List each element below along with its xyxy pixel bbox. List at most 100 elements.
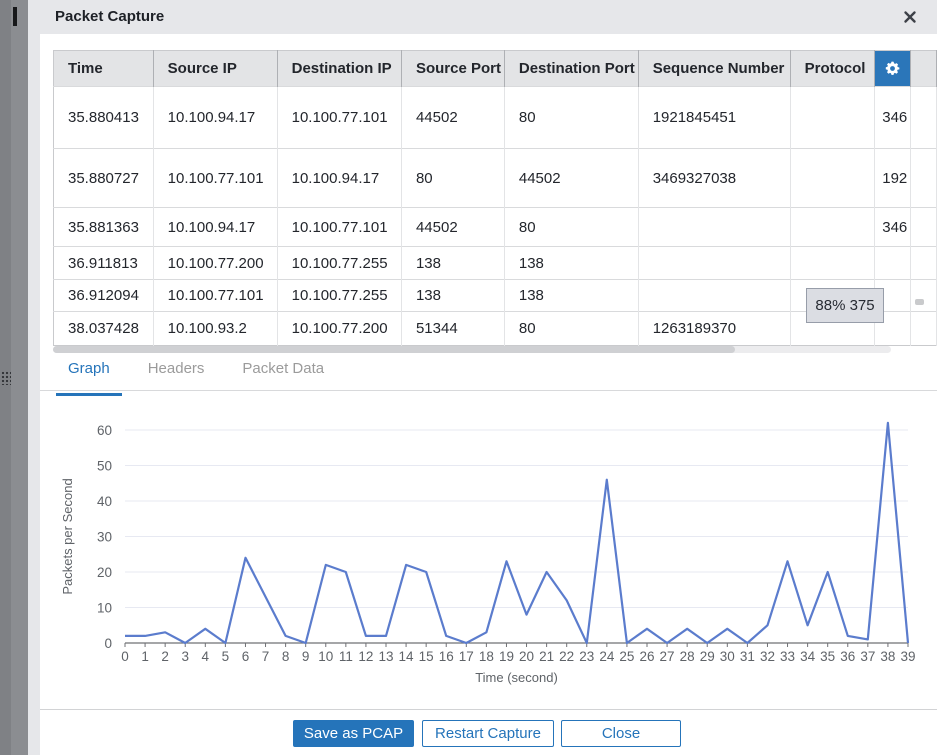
close-icon[interactable] bbox=[903, 10, 917, 24]
table-cell bbox=[875, 247, 911, 280]
table-cell: 10.100.94.17 bbox=[153, 208, 277, 247]
x-tick-label: 34 bbox=[800, 649, 816, 664]
table-cell: 35.880727 bbox=[54, 149, 154, 208]
table-cell: 138 bbox=[401, 247, 504, 280]
column-header-destination-ip[interactable]: Destination IP bbox=[277, 51, 401, 87]
table-horizontal-scrollbar[interactable] bbox=[53, 346, 891, 353]
table-cell bbox=[638, 280, 790, 312]
table-cell bbox=[911, 280, 937, 312]
table-cell: 36.911813 bbox=[54, 247, 154, 280]
table-cell: 10.100.77.255 bbox=[277, 280, 401, 312]
x-tick-label: 4 bbox=[202, 649, 210, 664]
table-cell bbox=[790, 149, 875, 208]
table-cell: 80 bbox=[504, 208, 638, 247]
table-row[interactable]: 36.91209410.100.77.10110.100.77.25513813… bbox=[54, 280, 937, 312]
table-row[interactable]: 35.88041310.100.94.1710.100.77.101445028… bbox=[54, 87, 937, 149]
table-cell: 10.100.77.200 bbox=[153, 247, 277, 280]
x-tick-label: 21 bbox=[539, 649, 554, 664]
gear-icon[interactable] bbox=[875, 51, 911, 87]
dialog-content: TimeSource IPDestination IPSource PortDe… bbox=[40, 34, 937, 755]
x-tick-label: 37 bbox=[860, 649, 875, 664]
tooltip-text: 88% 375 bbox=[815, 297, 874, 314]
table-cell bbox=[638, 247, 790, 280]
tabs-divider bbox=[40, 390, 937, 391]
y-tick-label: 30 bbox=[97, 530, 112, 545]
tab-headers[interactable]: Headers bbox=[136, 356, 217, 390]
column-header-source-ip[interactable]: Source IP bbox=[153, 51, 277, 87]
scrollbar-thumb[interactable] bbox=[53, 346, 735, 353]
y-tick-label: 50 bbox=[97, 459, 112, 474]
dialog-titlebar: Packet Capture bbox=[28, 0, 937, 34]
capture-progress-tooltip: 88% 375 bbox=[806, 288, 884, 323]
table-row[interactable]: 36.91181310.100.77.20010.100.77.25513813… bbox=[54, 247, 937, 280]
column-header-protocol[interactable]: Protocol bbox=[790, 51, 875, 87]
y-tick-label: 20 bbox=[97, 565, 112, 580]
table-cell bbox=[911, 312, 937, 346]
table-cell: 10.100.94.17 bbox=[153, 87, 277, 149]
close-button[interactable]: Close bbox=[561, 720, 681, 747]
table-cell bbox=[790, 247, 875, 280]
column-header-time[interactable]: Time bbox=[54, 51, 154, 87]
x-tick-label: 15 bbox=[419, 649, 434, 664]
table-row[interactable]: 38.03742810.100.93.210.100.77.2005134480… bbox=[54, 312, 937, 346]
table-cell: 10.100.77.101 bbox=[277, 87, 401, 149]
tab-graph[interactable]: Graph bbox=[56, 356, 122, 390]
table-cell: 80 bbox=[504, 87, 638, 149]
x-tick-label: 22 bbox=[559, 649, 574, 664]
x-tick-label: 27 bbox=[660, 649, 675, 664]
y-tick-label: 60 bbox=[97, 423, 112, 438]
table-row[interactable]: 35.88136310.100.94.1710.100.77.101445028… bbox=[54, 208, 937, 247]
x-tick-label: 30 bbox=[720, 649, 735, 664]
table-cell: 138 bbox=[401, 280, 504, 312]
table-cell bbox=[638, 208, 790, 247]
restart-capture-button[interactable]: Restart Capture bbox=[422, 720, 554, 747]
x-tick-label: 25 bbox=[619, 649, 634, 664]
side-scrollbar-thumb[interactable] bbox=[915, 299, 924, 305]
table-cell: 10.100.93.2 bbox=[153, 312, 277, 346]
table-cell: 1921845451 bbox=[638, 87, 790, 149]
table-cell: 44502 bbox=[401, 87, 504, 149]
table-cell: 1263189370 bbox=[638, 312, 790, 346]
x-axis-label: Time (second) bbox=[475, 670, 558, 685]
packet-capture-dialog: Packet Capture TimeSource IPDestination … bbox=[28, 0, 937, 755]
table-cell: 35.880413 bbox=[54, 87, 154, 149]
grip-dots-icon[interactable] bbox=[1, 371, 11, 385]
dialog-title: Packet Capture bbox=[55, 0, 164, 34]
x-tick-label: 20 bbox=[519, 649, 534, 664]
x-tick-label: 8 bbox=[282, 649, 290, 664]
occluded-text-fragment bbox=[13, 7, 17, 26]
table-cell: 138 bbox=[504, 247, 638, 280]
table-cell: 346 bbox=[875, 208, 911, 247]
x-tick-label: 29 bbox=[700, 649, 715, 664]
x-tick-label: 33 bbox=[780, 649, 795, 664]
x-tick-label: 24 bbox=[599, 649, 615, 664]
table-cell bbox=[790, 87, 875, 149]
view-tabs: Graph Headers Packet Data bbox=[56, 356, 350, 390]
table-cell: 10.100.77.200 bbox=[277, 312, 401, 346]
x-tick-label: 17 bbox=[459, 649, 474, 664]
save-as-pcap-button[interactable]: Save as PCAP bbox=[293, 720, 414, 747]
x-tick-label: 6 bbox=[242, 649, 250, 664]
table-cell: 10.100.77.101 bbox=[277, 208, 401, 247]
table-cell: 80 bbox=[504, 312, 638, 346]
column-header-sequence-number[interactable]: Sequence Number bbox=[638, 51, 790, 87]
x-tick-label: 23 bbox=[579, 649, 594, 664]
table-cell bbox=[911, 87, 937, 149]
table-row[interactable]: 35.88072710.100.77.10110.100.94.17804450… bbox=[54, 149, 937, 208]
table-cell: 10.100.94.17 bbox=[277, 149, 401, 208]
table-cell: 346 bbox=[875, 87, 911, 149]
column-header-destination-port[interactable]: Destination Port bbox=[504, 51, 638, 87]
footer-divider bbox=[40, 709, 937, 710]
x-tick-label: 16 bbox=[439, 649, 454, 664]
table-cell: 44502 bbox=[504, 149, 638, 208]
x-tick-label: 14 bbox=[399, 649, 415, 664]
x-tick-label: 10 bbox=[318, 649, 333, 664]
column-header-source-port[interactable]: Source Port bbox=[401, 51, 504, 87]
x-tick-label: 28 bbox=[680, 649, 695, 664]
x-tick-label: 0 bbox=[121, 649, 129, 664]
table-cell: 80 bbox=[401, 149, 504, 208]
packets-per-second-chart: 0102030405060012345678910111213141516171… bbox=[40, 408, 937, 708]
y-tick-label: 10 bbox=[97, 601, 112, 616]
x-tick-label: 1 bbox=[141, 649, 149, 664]
tab-packet-data[interactable]: Packet Data bbox=[230, 356, 336, 390]
